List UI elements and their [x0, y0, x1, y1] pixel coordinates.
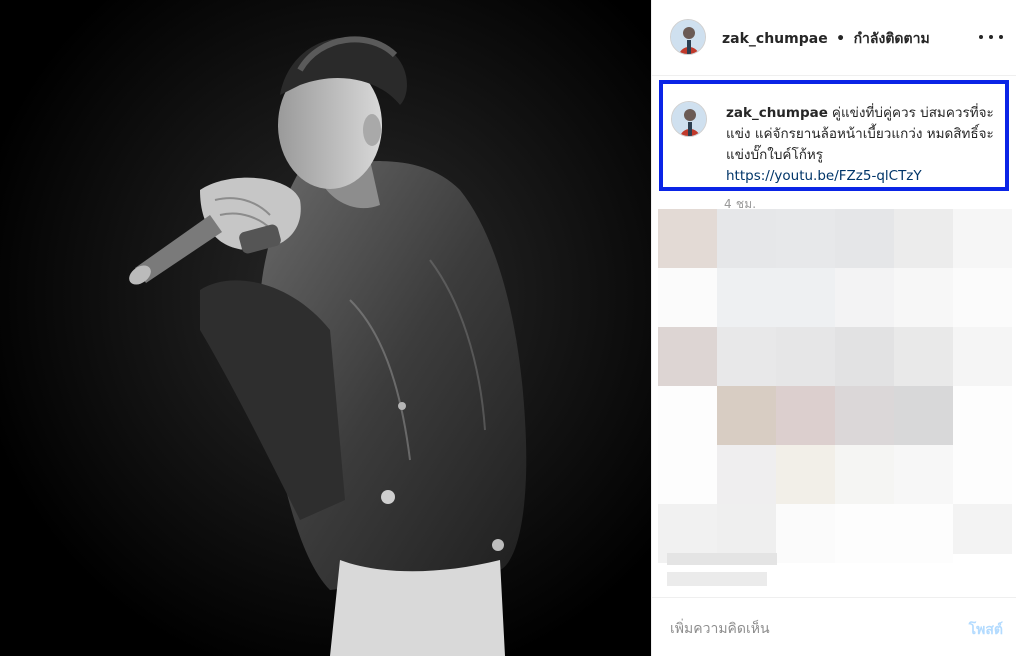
avatar[interactable] — [670, 19, 706, 55]
mosaic-tile — [717, 327, 776, 386]
caption-username[interactable]: zak_chumpae — [726, 105, 828, 121]
mosaic-tile — [835, 327, 894, 386]
mosaic-tile — [776, 268, 835, 327]
dot — [999, 35, 1003, 39]
blurred-text — [667, 572, 767, 586]
mosaic-tile — [953, 386, 1012, 445]
avatar-image — [672, 102, 706, 136]
caption-link[interactable]: https://youtu.be/FZz5-qlCTzY — [726, 168, 922, 184]
dot — [989, 35, 993, 39]
mosaic-tile — [658, 327, 717, 386]
header-separator: • — [836, 31, 846, 47]
mosaic-tile — [953, 327, 1012, 386]
comment-bar: โพสต์ — [652, 597, 1016, 656]
post-button[interactable]: โพสต์ — [969, 619, 1003, 641]
instagram-post-view: zak_chumpae • กำลังติดตาม zak_chumpae คู… — [0, 0, 1016, 656]
mosaic-tile — [953, 209, 1012, 268]
mosaic-tile — [894, 386, 953, 445]
mosaic-tile — [776, 386, 835, 445]
mosaic-tile — [894, 268, 953, 327]
mosaic-tile — [894, 327, 953, 386]
avatar-image — [671, 20, 705, 54]
mosaic-tile — [776, 209, 835, 268]
mosaic-tile — [953, 445, 1012, 504]
mosaic-tile — [953, 504, 1012, 554]
blurred-text — [667, 553, 777, 565]
mosaic-tile — [835, 268, 894, 327]
mosaic-tile — [894, 445, 953, 504]
mosaic-tile — [658, 386, 717, 445]
mosaic-tile — [776, 445, 835, 504]
mosaic-tile — [835, 209, 894, 268]
caption-highlight-box: zak_chumpae คู่แข่งที่บ่คู่ควร บ่สมควรที่… — [659, 80, 1009, 191]
post-header: zak_chumpae • กำลังติดตาม — [652, 0, 1016, 76]
mosaic-tile — [894, 209, 953, 268]
singer-photo-illustration — [0, 0, 651, 656]
caption-text-block: zak_chumpae คู่แข่งที่บ่คู่ควร บ่สมควรที่… — [726, 103, 998, 187]
more-options-icon[interactable] — [979, 26, 1003, 48]
mosaic-tile — [835, 386, 894, 445]
mosaic-tile — [717, 209, 776, 268]
following-status-button[interactable]: กำลังติดตาม — [854, 31, 930, 47]
comment-input[interactable] — [670, 618, 940, 640]
header-username[interactable]: zak_chumpae — [722, 31, 828, 47]
mosaic-tile — [658, 445, 717, 504]
mosaic-tile — [894, 504, 953, 563]
mosaic-tile — [717, 445, 776, 504]
mosaic-tile — [658, 209, 717, 268]
mosaic-tile — [835, 445, 894, 504]
mosaic-tile — [717, 268, 776, 327]
mosaic-tile — [835, 504, 894, 563]
post-photo[interactable] — [0, 0, 651, 656]
mosaic-tile — [776, 327, 835, 386]
mosaic-tile — [658, 268, 717, 327]
mosaic-tile — [717, 386, 776, 445]
caption-avatar[interactable] — [671, 101, 707, 137]
mosaic-tile — [776, 504, 835, 563]
dot — [979, 35, 983, 39]
post-side-panel: zak_chumpae • กำลังติดตาม zak_chumpae คู… — [651, 0, 1016, 656]
mosaic-tile — [953, 268, 1012, 327]
header-text: zak_chumpae • กำลังติดตาม — [722, 28, 930, 50]
